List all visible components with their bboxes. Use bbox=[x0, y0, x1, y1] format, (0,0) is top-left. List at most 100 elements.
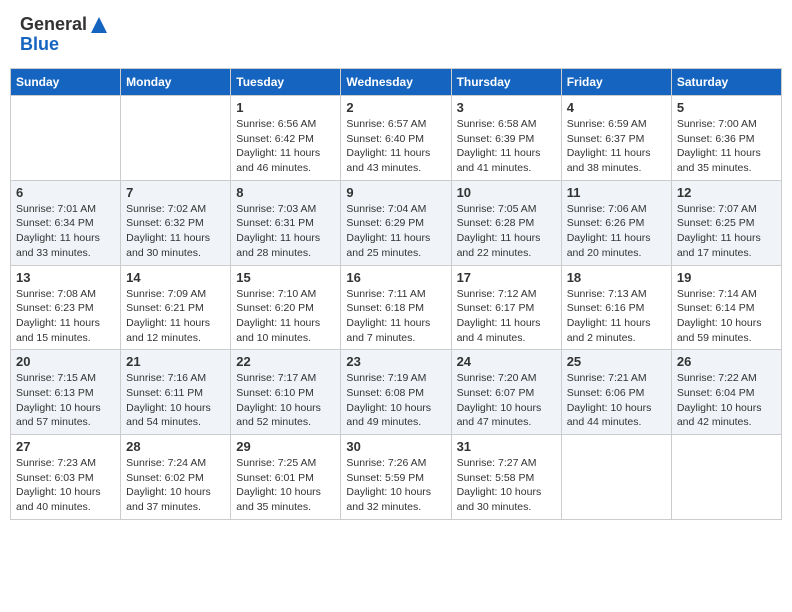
day-info: Sunrise: 7:04 AM Sunset: 6:29 PM Dayligh… bbox=[346, 202, 445, 261]
day-info: Sunrise: 7:01 AM Sunset: 6:34 PM Dayligh… bbox=[16, 202, 115, 261]
day-info: Sunrise: 7:03 AM Sunset: 6:31 PM Dayligh… bbox=[236, 202, 335, 261]
day-info: Sunrise: 7:20 AM Sunset: 6:07 PM Dayligh… bbox=[457, 371, 556, 430]
calendar-week-row: 27 Sunrise: 7:23 AM Sunset: 6:03 PM Dayli… bbox=[11, 435, 782, 520]
day-info: Sunrise: 7:27 AM Sunset: 5:58 PM Dayligh… bbox=[457, 456, 556, 515]
day-number: 1 bbox=[236, 100, 335, 115]
day-number: 19 bbox=[677, 270, 776, 285]
day-number: 16 bbox=[346, 270, 445, 285]
calendar-week-row: 13 Sunrise: 7:08 AM Sunset: 6:23 PM Dayli… bbox=[11, 265, 782, 350]
day-of-week-header: Friday bbox=[561, 69, 671, 96]
day-info: Sunrise: 7:05 AM Sunset: 6:28 PM Dayligh… bbox=[457, 202, 556, 261]
day-number: 5 bbox=[677, 100, 776, 115]
day-of-week-header: Sunday bbox=[11, 69, 121, 96]
day-number: 4 bbox=[567, 100, 666, 115]
day-number: 3 bbox=[457, 100, 556, 115]
calendar-cell: 25Sunrise: 7:21 AM Sunset: 6:06 PM Dayli… bbox=[561, 350, 671, 435]
day-info: Sunrise: 7:09 AM Sunset: 6:21 PM Dayligh… bbox=[126, 287, 225, 346]
calendar-week-row: 1 Sunrise: 6:56 AM Sunset: 6:42 PM Daylig… bbox=[11, 96, 782, 181]
calendar-header-row: SundayMondayTuesdayWednesdayThursdayFrid… bbox=[11, 69, 782, 96]
day-of-week-header: Saturday bbox=[671, 69, 781, 96]
calendar-cell: 29 Sunrise: 7:25 AM Sunset: 6:01 PM Dayli… bbox=[231, 435, 341, 520]
day-number: 12 bbox=[677, 185, 776, 200]
calendar-cell: 9Sunrise: 7:04 AM Sunset: 6:29 PM Daylig… bbox=[341, 180, 451, 265]
logo-blue: Blue bbox=[20, 34, 59, 54]
calendar-cell: 1 Sunrise: 6:56 AM Sunset: 6:42 PM Daylig… bbox=[231, 96, 341, 181]
calendar-cell: 16 Sunrise: 7:11 AM Sunset: 6:18 PM Dayli… bbox=[341, 265, 451, 350]
day-info: Sunrise: 6:56 AM Sunset: 6:42 PM Dayligh… bbox=[236, 117, 335, 176]
calendar-cell: 17 Sunrise: 7:12 AM Sunset: 6:17 PM Dayli… bbox=[451, 265, 561, 350]
day-info: Sunrise: 7:26 AM Sunset: 5:59 PM Dayligh… bbox=[346, 456, 445, 515]
day-of-week-header: Thursday bbox=[451, 69, 561, 96]
day-info: Sunrise: 7:15 AM Sunset: 6:13 PM Dayligh… bbox=[16, 371, 115, 430]
calendar-cell bbox=[671, 435, 781, 520]
calendar-cell: 30Sunrise: 7:26 AM Sunset: 5:59 PM Dayli… bbox=[341, 435, 451, 520]
day-number: 29 bbox=[236, 439, 335, 454]
day-number: 22 bbox=[236, 354, 335, 369]
calendar-cell: 2 Sunrise: 6:57 AM Sunset: 6:40 PM Daylig… bbox=[341, 96, 451, 181]
calendar-week-row: 6 Sunrise: 7:01 AM Sunset: 6:34 PM Daylig… bbox=[11, 180, 782, 265]
calendar-cell: 8 Sunrise: 7:03 AM Sunset: 6:31 PM Daylig… bbox=[231, 180, 341, 265]
day-info: Sunrise: 7:25 AM Sunset: 6:01 PM Dayligh… bbox=[236, 456, 335, 515]
day-of-week-header: Monday bbox=[121, 69, 231, 96]
calendar-cell: 24Sunrise: 7:20 AM Sunset: 6:07 PM Dayli… bbox=[451, 350, 561, 435]
calendar-cell: 18 Sunrise: 7:13 AM Sunset: 6:16 PM Dayli… bbox=[561, 265, 671, 350]
day-number: 14 bbox=[126, 270, 225, 285]
day-number: 28 bbox=[126, 439, 225, 454]
day-info: Sunrise: 7:19 AM Sunset: 6:08 PM Dayligh… bbox=[346, 371, 445, 430]
day-number: 20 bbox=[16, 354, 115, 369]
calendar-cell bbox=[561, 435, 671, 520]
logo-icon bbox=[89, 15, 109, 35]
day-info: Sunrise: 7:00 AM Sunset: 6:36 PM Dayligh… bbox=[677, 117, 776, 176]
day-info: Sunrise: 7:10 AM Sunset: 6:20 PM Dayligh… bbox=[236, 287, 335, 346]
calendar-table: SundayMondayTuesdayWednesdayThursdayFrid… bbox=[10, 68, 782, 520]
day-number: 17 bbox=[457, 270, 556, 285]
logo: General Blue bbox=[20, 15, 109, 55]
day-of-week-header: Wednesday bbox=[341, 69, 451, 96]
day-number: 23 bbox=[346, 354, 445, 369]
calendar-cell: 21 Sunrise: 7:16 AM Sunset: 6:11 PM Dayli… bbox=[121, 350, 231, 435]
day-info: Sunrise: 7:02 AM Sunset: 6:32 PM Dayligh… bbox=[126, 202, 225, 261]
day-info: Sunrise: 7:16 AM Sunset: 6:11 PM Dayligh… bbox=[126, 371, 225, 430]
calendar-cell: 10Sunrise: 7:05 AM Sunset: 6:28 PM Dayli… bbox=[451, 180, 561, 265]
day-info: Sunrise: 7:17 AM Sunset: 6:10 PM Dayligh… bbox=[236, 371, 335, 430]
day-info: Sunrise: 7:06 AM Sunset: 6:26 PM Dayligh… bbox=[567, 202, 666, 261]
calendar-cell: 11Sunrise: 7:06 AM Sunset: 6:26 PM Dayli… bbox=[561, 180, 671, 265]
calendar-cell: 12 Sunrise: 7:07 AM Sunset: 6:25 PM Dayli… bbox=[671, 180, 781, 265]
calendar-cell bbox=[121, 96, 231, 181]
calendar-cell: 4 Sunrise: 6:59 AM Sunset: 6:37 PM Daylig… bbox=[561, 96, 671, 181]
day-number: 8 bbox=[236, 185, 335, 200]
day-info: Sunrise: 7:23 AM Sunset: 6:03 PM Dayligh… bbox=[16, 456, 115, 515]
day-info: Sunrise: 6:59 AM Sunset: 6:37 PM Dayligh… bbox=[567, 117, 666, 176]
day-info: Sunrise: 6:58 AM Sunset: 6:39 PM Dayligh… bbox=[457, 117, 556, 176]
day-info: Sunrise: 6:57 AM Sunset: 6:40 PM Dayligh… bbox=[346, 117, 445, 176]
day-number: 27 bbox=[16, 439, 115, 454]
calendar-cell bbox=[11, 96, 121, 181]
calendar-cell: 7Sunrise: 7:02 AM Sunset: 6:32 PM Daylig… bbox=[121, 180, 231, 265]
day-info: Sunrise: 7:12 AM Sunset: 6:17 PM Dayligh… bbox=[457, 287, 556, 346]
day-number: 13 bbox=[16, 270, 115, 285]
day-info: Sunrise: 7:22 AM Sunset: 6:04 PM Dayligh… bbox=[677, 371, 776, 430]
calendar-cell: 31 Sunrise: 7:27 AM Sunset: 5:58 PM Dayli… bbox=[451, 435, 561, 520]
calendar-cell: 15Sunrise: 7:10 AM Sunset: 6:20 PM Dayli… bbox=[231, 265, 341, 350]
day-info: Sunrise: 7:11 AM Sunset: 6:18 PM Dayligh… bbox=[346, 287, 445, 346]
day-number: 2 bbox=[346, 100, 445, 115]
calendar-cell: 19 Sunrise: 7:14 AM Sunset: 6:14 PM Dayli… bbox=[671, 265, 781, 350]
day-info: Sunrise: 7:14 AM Sunset: 6:14 PM Dayligh… bbox=[677, 287, 776, 346]
day-info: Sunrise: 7:13 AM Sunset: 6:16 PM Dayligh… bbox=[567, 287, 666, 346]
day-number: 25 bbox=[567, 354, 666, 369]
calendar-cell: 5 Sunrise: 7:00 AM Sunset: 6:36 PM Daylig… bbox=[671, 96, 781, 181]
calendar-cell: 13 Sunrise: 7:08 AM Sunset: 6:23 PM Dayli… bbox=[11, 265, 121, 350]
calendar-cell: 28Sunrise: 7:24 AM Sunset: 6:02 PM Dayli… bbox=[121, 435, 231, 520]
day-number: 31 bbox=[457, 439, 556, 454]
day-number: 18 bbox=[567, 270, 666, 285]
day-info: Sunrise: 7:07 AM Sunset: 6:25 PM Dayligh… bbox=[677, 202, 776, 261]
logo-general: General bbox=[20, 14, 87, 34]
day-number: 26 bbox=[677, 354, 776, 369]
day-info: Sunrise: 7:08 AM Sunset: 6:23 PM Dayligh… bbox=[16, 287, 115, 346]
calendar-cell: 20 Sunrise: 7:15 AM Sunset: 6:13 PM Dayli… bbox=[11, 350, 121, 435]
day-number: 21 bbox=[126, 354, 225, 369]
calendar-cell: 14 Sunrise: 7:09 AM Sunset: 6:21 PM Dayli… bbox=[121, 265, 231, 350]
calendar-cell: 23 Sunrise: 7:19 AM Sunset: 6:08 PM Dayli… bbox=[341, 350, 451, 435]
calendar-week-row: 20 Sunrise: 7:15 AM Sunset: 6:13 PM Dayli… bbox=[11, 350, 782, 435]
day-number: 6 bbox=[16, 185, 115, 200]
